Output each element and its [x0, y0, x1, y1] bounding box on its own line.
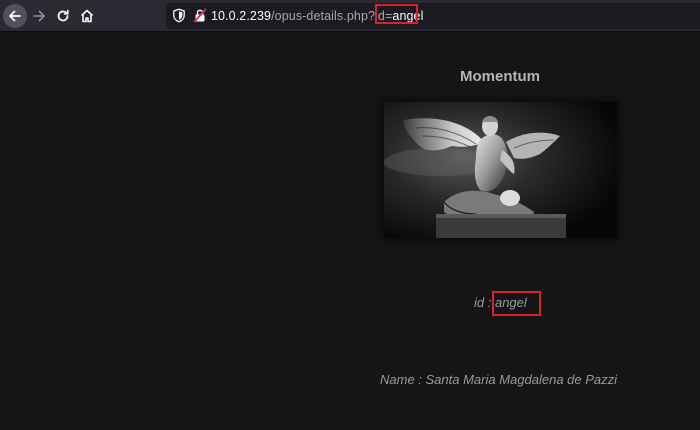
name-value: Santa Maria Magdalena de Pazzi — [425, 372, 618, 387]
name-line: Name : Santa Maria Magdalena de Pazzi — [380, 372, 617, 388]
page-content: Momentum id: angel Name: Santa Maria M… — [0, 32, 700, 430]
back-button[interactable] — [3, 4, 27, 28]
reload-icon — [57, 9, 69, 22]
url-bar[interactable]: 10.0.2.239/opus-details.php?id=angel — [166, 3, 700, 29]
url-host: 10.0.2.239 — [211, 9, 272, 23]
arrow-left-icon — [9, 10, 21, 22]
id-label: id : — [474, 295, 495, 310]
shield-icon[interactable] — [172, 8, 186, 23]
browser-toolbar: 10.0.2.239/opus-details.php?id=angel — [0, 0, 700, 32]
url-param-value: angel — [392, 9, 424, 23]
statue-picture — [384, 102, 617, 238]
insecure-lock-icon[interactable] — [193, 8, 207, 23]
name-label: Name : — [380, 372, 426, 387]
angel-statue-image — [384, 102, 617, 238]
url-text[interactable]: 10.0.2.239/opus-details.php?id=angel — [211, 8, 423, 24]
id-value: angel — [494, 295, 527, 310]
id-line: id : angel — [474, 295, 527, 311]
home-button[interactable] — [75, 4, 99, 28]
page-title: Momentum — [460, 68, 540, 85]
reload-button[interactable] — [51, 4, 75, 28]
arrow-right-icon — [33, 10, 45, 22]
forward-button[interactable] — [27, 4, 51, 28]
url-path: /opus-details.php?id= — [271, 9, 393, 23]
home-icon — [80, 9, 94, 23]
